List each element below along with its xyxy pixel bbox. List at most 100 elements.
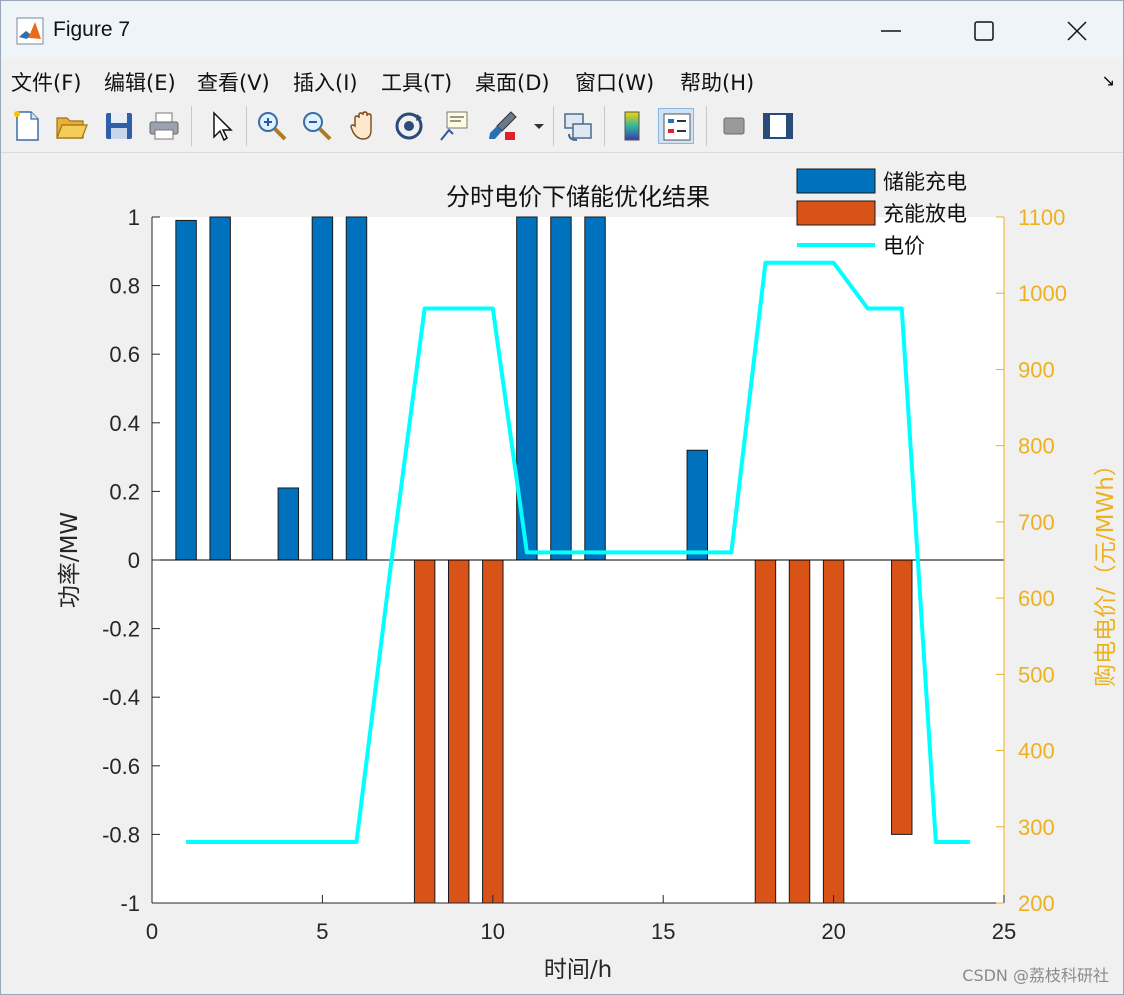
brush-dropdown-icon <box>534 124 544 129</box>
open-icon <box>56 117 88 139</box>
bar-discharge <box>788 559 811 904</box>
legend-label: 储能充电 <box>883 170 967 194</box>
left-y-tick-label: -0.2 <box>102 617 140 642</box>
bar-discharge <box>891 559 913 835</box>
dock-figure-icon[interactable]: ↘ <box>1102 71 1115 90</box>
zoom-in-button[interactable] <box>254 108 290 144</box>
chart-title: 分时电价下储能优化结果 <box>446 183 710 211</box>
print-icon <box>149 112 179 140</box>
right-y-tick-label: 1000 <box>1018 281 1067 306</box>
minimize-button[interactable] <box>861 11 921 51</box>
insert-legend-button[interactable] <box>658 108 694 144</box>
rotate-3d-icon <box>395 112 423 140</box>
left-y-tick-label: 0.6 <box>109 342 140 367</box>
legend-label: 充能放电 <box>883 202 967 226</box>
legend-swatch <box>796 168 876 194</box>
x-tick-label: 10 <box>481 919 505 944</box>
pointer-icon <box>213 111 233 142</box>
x-tick-label: 0 <box>146 919 158 944</box>
close-button[interactable] <box>1047 11 1107 51</box>
show-plot-tools-button[interactable] <box>760 108 796 144</box>
edit-plot-button[interactable] <box>203 108 239 144</box>
menu-tools[interactable]: 工具(T) <box>381 67 452 97</box>
left-y-tick-label: -0.6 <box>102 754 140 779</box>
menu-help[interactable]: 帮助(H) <box>680 67 754 97</box>
x-axis-label: 时间/h <box>544 957 612 983</box>
left-y-tick-label: 0.2 <box>109 479 140 504</box>
right-y-axis-label: 购电电价/（元/MWh） <box>1093 453 1119 687</box>
figure-window: Figure 7 文件(F) 编辑(E) 查看(V) 插入(I) 工具(T) 桌… <box>0 0 1124 995</box>
bar-charge <box>209 216 231 561</box>
left-y-tick-label: 0.8 <box>109 274 140 299</box>
x-tick-label: 5 <box>316 919 328 944</box>
right-y-tick-label: 900 <box>1018 357 1055 382</box>
toolbar-separator <box>604 106 605 146</box>
right-y-tick-label: 300 <box>1018 815 1055 840</box>
zoom-out-button[interactable] <box>299 108 335 144</box>
brush-button[interactable] <box>485 108 521 144</box>
bar-charge <box>584 216 606 561</box>
legend-swatch <box>796 200 876 226</box>
window-title: Figure 7 <box>53 18 131 41</box>
hide-plot-tools-button[interactable] <box>716 108 752 144</box>
print-button[interactable] <box>146 108 182 144</box>
insert-colorbar-button[interactable] <box>614 108 650 144</box>
right-y-tick-label: 500 <box>1018 662 1055 687</box>
left-y-tick-label: 1 <box>128 205 140 230</box>
brush-dropdown-button[interactable] <box>529 108 549 144</box>
menu-view[interactable]: 查看(V) <box>197 67 270 97</box>
bar-discharge <box>822 559 845 904</box>
menu-desktop[interactable]: 桌面(D) <box>475 67 550 97</box>
x-tick-label: 25 <box>992 919 1016 944</box>
bar-charge <box>311 216 334 561</box>
colorbar-icon <box>624 111 640 141</box>
minimize-icon <box>881 30 901 32</box>
legend-icon <box>663 113 691 141</box>
link-plot-icon <box>564 113 592 141</box>
bar-charge <box>277 487 300 561</box>
bar-charge <box>175 219 197 561</box>
menu-edit[interactable]: 编辑(E) <box>104 67 176 97</box>
zoom-in-icon <box>258 112 287 141</box>
left-y-tick-label: -1 <box>120 891 140 916</box>
right-y-tick-label: 200 <box>1018 891 1055 916</box>
x-tick-label: 15 <box>651 919 675 944</box>
pan-button[interactable] <box>346 108 382 144</box>
left-y-tick-label: -0.8 <box>102 822 140 847</box>
right-y-tick-label: 800 <box>1018 434 1055 459</box>
open-file-button[interactable] <box>53 108 89 144</box>
show-plot-tools-icon <box>763 113 793 139</box>
right-y-tick-label: 600 <box>1018 586 1055 611</box>
bar-discharge <box>447 559 470 904</box>
figure-canvas: 0 5 10 15 20 25 -1 -0.8 -0.6 -0.4 -0.2 0 0.2 0.4 0.6 0.… <box>1 153 1123 994</box>
toolbar-separator <box>706 106 707 146</box>
save-button[interactable] <box>101 108 137 144</box>
pan-icon <box>350 111 372 140</box>
bar-discharge <box>754 559 777 904</box>
data-cursor-button[interactable] <box>437 108 473 144</box>
bar-discharge <box>413 559 436 904</box>
legend-label: 电价 <box>883 234 925 258</box>
left-y-tick-label: -0.4 <box>102 685 140 710</box>
matlab-logo-icon <box>16 17 44 45</box>
figure-toolbar <box>1 100 1123 153</box>
rotate-3d-button[interactable] <box>391 108 427 144</box>
bar-charge <box>345 216 368 561</box>
menu-window[interactable]: 窗口(W) <box>575 67 654 97</box>
link-plot-button[interactable] <box>561 108 597 144</box>
new-figure-button[interactable] <box>9 108 45 144</box>
left-y-tick-label: 0.4 <box>109 411 140 436</box>
bar-charge <box>686 449 709 561</box>
menu-bar: 文件(F) 编辑(E) 查看(V) 插入(I) 工具(T) 桌面(D) 窗口(W… <box>1 59 1123 99</box>
chart: 0 5 10 15 20 25 -1 -0.8 -0.6 -0.4 -0.2 0 0.2 0.4 0.6 0.… <box>57 168 1119 983</box>
zoom-out-icon <box>303 112 332 141</box>
toolbar-separator <box>246 106 247 146</box>
bar-discharge <box>482 559 504 904</box>
menu-insert[interactable]: 插入(I) <box>293 67 358 97</box>
x-tick-label: 20 <box>821 919 845 944</box>
right-y-tick-label: 700 <box>1018 510 1055 535</box>
maximize-button[interactable] <box>954 11 1014 51</box>
menu-file[interactable]: 文件(F) <box>11 67 81 97</box>
title-bar: Figure 7 <box>1 1 1123 59</box>
brush-icon <box>489 111 517 140</box>
